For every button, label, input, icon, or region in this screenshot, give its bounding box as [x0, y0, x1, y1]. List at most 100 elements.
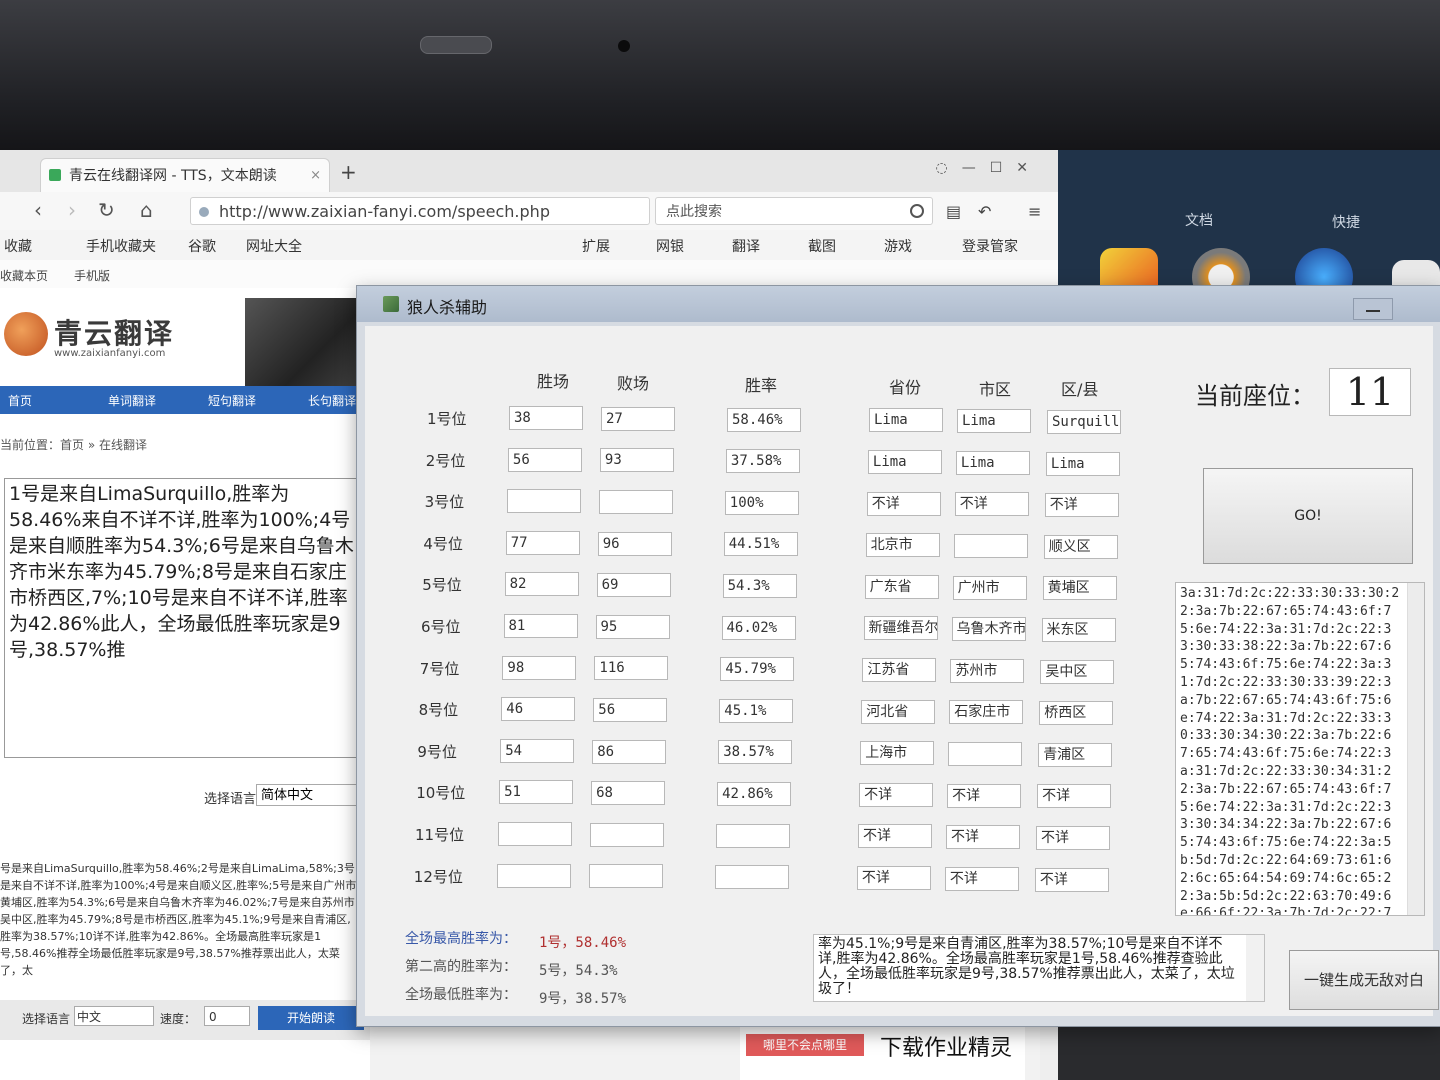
- seat-province-field[interactable]: 不详: [859, 782, 934, 807]
- nav-long[interactable]: 长句翻译: [308, 392, 356, 409]
- seat-city-field[interactable]: 不详: [947, 783, 1022, 808]
- seat-wins-field[interactable]: 98: [502, 655, 577, 680]
- forward-icon[interactable]: ›: [68, 198, 76, 222]
- seat-wins-field[interactable]: 81: [503, 614, 578, 638]
- subbar-bookmark-page[interactable]: 收藏本页: [0, 267, 48, 284]
- seat-province-field[interactable]: 不详: [858, 824, 932, 849]
- seat-rate-field[interactable]: 58.46%: [727, 407, 801, 432]
- seat-rate-field[interactable]: 45.79%: [720, 657, 795, 682]
- subbar-mobile[interactable]: 手机版: [74, 267, 110, 284]
- seat-province-field[interactable]: Lima: [869, 408, 943, 433]
- bookmark-directory[interactable]: 网址大全: [246, 236, 302, 256]
- seat-losses-field[interactable]: [590, 822, 664, 847]
- seat-city-field[interactable]: 不详: [954, 492, 1029, 517]
- seat-wins-field[interactable]: 51: [499, 780, 574, 805]
- seat-losses-field[interactable]: 116: [594, 656, 669, 681]
- bookmark-favorites[interactable]: 收藏: [4, 236, 32, 256]
- seat-rate-field[interactable]: 42.86%: [717, 782, 792, 806]
- seat-province-field[interactable]: 上海市: [860, 741, 935, 766]
- seat-city-field[interactable]: 广州市: [952, 575, 1027, 600]
- toolbar-login-manager[interactable]: 登录管家: [962, 236, 1018, 256]
- toolbar-games[interactable]: 游戏: [884, 236, 912, 256]
- seat-rate-field[interactable]: 45.1%: [719, 698, 794, 723]
- menu-icon[interactable]: ≡: [1028, 202, 1041, 221]
- seat-province-field[interactable]: 河北省: [861, 699, 936, 724]
- result-textarea[interactable]: 率为45.1%;9号是来自青浦区,胜率为38.57%;10号是来自不详不详,胜率…: [813, 934, 1265, 1002]
- seat-wins-field[interactable]: 54: [500, 738, 575, 763]
- seat-wins-field[interactable]: [506, 489, 581, 514]
- seat-city-field[interactable]: 不详: [944, 866, 1019, 891]
- current-seat-field[interactable]: 11: [1329, 368, 1411, 416]
- seat-district-field[interactable]: 青浦区: [1038, 742, 1113, 767]
- seat-rate-field[interactable]: [716, 823, 790, 848]
- toolbar-bank[interactable]: 网银: [656, 236, 684, 256]
- window-controls[interactable]: ◌—☐✕: [936, 160, 1043, 176]
- raw-data-output[interactable]: 3a:31:7d:2c:22:33:30:33:30:22:3a:7b:22:6…: [1175, 582, 1425, 916]
- seat-wins-field[interactable]: [498, 822, 572, 846]
- seat-district-field[interactable]: 不详: [1034, 867, 1109, 892]
- undo-icon[interactable]: ↶: [978, 202, 991, 221]
- seat-province-field[interactable]: 新疆维吾尔: [863, 616, 938, 641]
- seat-wins-field[interactable]: 82: [504, 572, 579, 597]
- seat-district-field[interactable]: 黄埔区: [1042, 576, 1117, 601]
- seat-city-field[interactable]: [953, 534, 1028, 558]
- seat-losses-field[interactable]: [598, 490, 673, 514]
- bookmark-mobile[interactable]: 手机收藏夹: [86, 236, 156, 256]
- seat-rate-field[interactable]: 37.58%: [725, 449, 800, 474]
- seat-city-field[interactable]: Lima: [955, 450, 1030, 475]
- seat-rate-field[interactable]: 44.51%: [723, 532, 798, 557]
- seat-district-field[interactable]: 米东区: [1041, 618, 1116, 642]
- seat-losses-field[interactable]: 56: [593, 698, 668, 722]
- result-scrollbar[interactable]: [1246, 935, 1264, 1001]
- advert-banner[interactable]: 哪里不会点哪里 下载作业精灵: [740, 1020, 1025, 1080]
- seat-rate-field[interactable]: 54.3%: [722, 574, 797, 598]
- nav-home[interactable]: 首页: [8, 392, 32, 409]
- seat-rate-field[interactable]: [714, 865, 789, 890]
- seat-province-field[interactable]: 北京市: [865, 533, 940, 558]
- seat-district-field[interactable]: 顺义区: [1043, 534, 1118, 559]
- seat-losses-field[interactable]: 86: [592, 739, 667, 764]
- site-info-icon[interactable]: [199, 207, 209, 217]
- toolbar-translate[interactable]: 翻译: [732, 236, 760, 256]
- seat-rate-field[interactable]: 46.02%: [721, 615, 796, 640]
- refresh-icon[interactable]: ↻: [98, 198, 115, 222]
- nav-word[interactable]: 单词翻译: [108, 392, 156, 409]
- seat-city-field[interactable]: 乌鲁木齐市: [951, 617, 1026, 642]
- raw-data-scrollbar[interactable]: [1407, 583, 1424, 915]
- seat-city-field[interactable]: [948, 742, 1023, 766]
- seat-losses-field[interactable]: 93: [599, 448, 674, 473]
- minimize-button[interactable]: [1353, 298, 1393, 320]
- go-button[interactable]: GO!: [1203, 468, 1413, 564]
- search-icon[interactable]: [910, 204, 924, 218]
- read-language-select[interactable]: 中文: [74, 1006, 154, 1026]
- browser-tab[interactable]: 青云在线翻译网 - TTS，文本朗读 ×: [40, 158, 330, 192]
- url-field[interactable]: http://www.zaixian-fanyi.com/speech.php: [190, 197, 650, 225]
- toolbar-extensions[interactable]: 扩展: [582, 236, 610, 256]
- seat-losses-field[interactable]: [588, 864, 663, 889]
- speed-select[interactable]: 0: [204, 1006, 250, 1026]
- seat-city-field[interactable]: Lima: [957, 409, 1031, 434]
- close-tab-icon[interactable]: ×: [310, 159, 321, 192]
- seat-district-field[interactable]: 不详: [1036, 826, 1110, 850]
- seat-rate-field[interactable]: 38.57%: [718, 740, 793, 765]
- seat-district-field[interactable]: 桥西区: [1039, 701, 1114, 726]
- seat-province-field[interactable]: 不详: [856, 866, 931, 890]
- seat-district-field[interactable]: 不详: [1037, 784, 1112, 809]
- seat-district-field[interactable]: 吴中区: [1040, 659, 1115, 684]
- seat-province-field[interactable]: 广东省: [864, 574, 939, 599]
- clipboard-icon[interactable]: ▤: [946, 202, 961, 221]
- seat-province-field[interactable]: Lima: [867, 450, 942, 474]
- tts-input-textarea[interactable]: 1号是来自LimaSurquillo,胜率为58.46%来自不详不详,胜率为10…: [4, 478, 366, 758]
- seat-district-field[interactable]: 不详: [1044, 493, 1119, 518]
- seat-losses-field[interactable]: 68: [591, 781, 666, 806]
- language-select[interactable]: 简体中文: [256, 784, 366, 806]
- seat-losses-field[interactable]: 95: [595, 614, 670, 639]
- nav-short[interactable]: 短句翻译: [208, 392, 256, 409]
- site-logo[interactable]: 青云翻译 www.zaixianfanyi.com: [0, 298, 245, 386]
- seat-city-field[interactable]: 苏州市: [950, 658, 1025, 683]
- seat-rate-field[interactable]: 100%: [724, 490, 799, 515]
- seat-losses-field[interactable]: 69: [596, 573, 671, 598]
- back-icon[interactable]: ‹: [34, 198, 42, 222]
- home-icon[interactable]: ⌂: [140, 198, 153, 222]
- seat-wins-field[interactable]: 38: [509, 406, 583, 430]
